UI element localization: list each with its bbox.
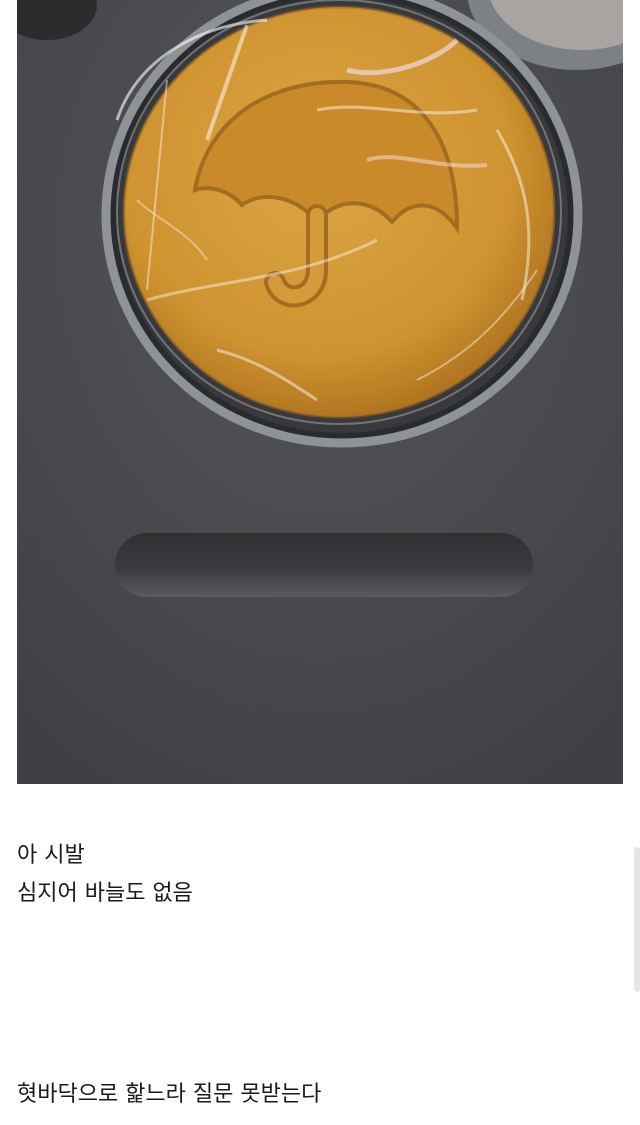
dalgona-photo-graphic — [17, 0, 623, 784]
caption-line-2: 심지어 바늘도 없음 — [17, 881, 193, 906]
mat-groove — [115, 533, 533, 597]
dalgona-candy — [122, 5, 556, 419]
scrollbar[interactable] — [634, 847, 640, 992]
caption-line-3: 혓바닥으로 핥느라 질문 못받는다 — [17, 1082, 322, 1107]
caption-line-1: 아 시발 — [17, 843, 85, 868]
dalgona-photo — [17, 0, 623, 784]
